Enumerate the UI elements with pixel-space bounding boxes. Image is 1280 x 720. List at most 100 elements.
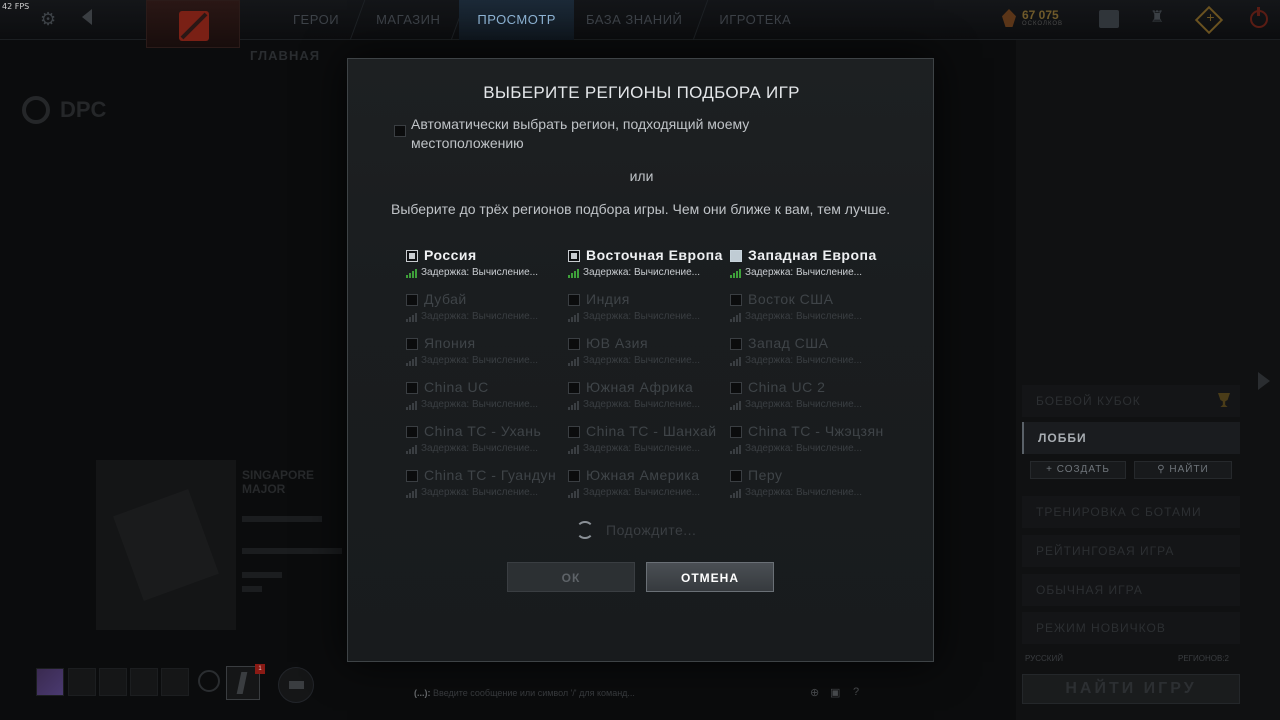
region-name: China TC - Гуандун [424, 467, 557, 483]
party-icon[interactable] [278, 667, 314, 703]
party-slot[interactable] [99, 668, 127, 696]
or-separator: или [629, 168, 654, 184]
event-title: SINGAPORE MAJOR [242, 468, 315, 496]
region-checkbox[interactable] [568, 250, 580, 262]
battle-cup-label: БОЕВОЙ КУБОК [1036, 394, 1141, 408]
region-name: Дубай [424, 291, 467, 307]
shards-balance[interactable]: 67 075 ОСКОЛКОВ [1002, 9, 1063, 27]
region-checkbox[interactable] [406, 250, 418, 262]
region-latency-text: Задержка: Вычисление... [745, 443, 863, 454]
ok-button[interactable]: ОК [507, 562, 635, 592]
region-option[interactable]: China TC - Ухань Задержка: Вычисление... [406, 423, 566, 463]
auto-region-checkbox[interactable] [394, 125, 406, 137]
region-latency: Задержка: Вычисление... [730, 399, 862, 410]
region-option[interactable]: ЮВ Азия Задержка: Вычисление... [568, 335, 728, 375]
region-option[interactable]: Перу Задержка: Вычисление... [730, 467, 890, 507]
region-name: Япония [424, 335, 476, 351]
dota-plus-icon[interactable] [1194, 5, 1224, 35]
create-lobby-button[interactable]: + СОЗДАТЬ [1030, 461, 1126, 479]
region-checkbox[interactable] [730, 470, 742, 482]
region-option[interactable]: Япония Задержка: Вычисление... [406, 335, 566, 375]
nav-tab-store[interactable]: МАГАЗИН [358, 0, 458, 40]
region-name: Россия [424, 247, 477, 263]
gear-icon[interactable]: ⚙ [40, 9, 56, 30]
region-checkbox[interactable] [568, 470, 580, 482]
event-card-image[interactable] [96, 460, 236, 630]
chat-placeholder: Введите сообщение или символ '/' для ком… [433, 688, 635, 698]
chat-input[interactable]: (...): Введите сообщение или символ '/' … [414, 688, 635, 698]
dpc-banner[interactable]: DPC [22, 96, 106, 124]
find-game-button[interactable]: НАЙТИ ИГРУ [1022, 674, 1240, 704]
region-name: China TC - Шанхай [586, 423, 717, 439]
region-checkbox[interactable] [406, 294, 418, 306]
region-name: Запад США [748, 335, 829, 351]
party-slot[interactable] [68, 668, 96, 696]
region-checkbox[interactable] [730, 382, 742, 394]
region-checkbox[interactable] [730, 294, 742, 306]
newbie-mode-item[interactable]: РЕЖИМ НОВИЧКОВ [1022, 612, 1240, 644]
help-icon[interactable]: ? [853, 686, 859, 698]
power-icon[interactable] [1250, 7, 1268, 28]
region-latency-text: Задержка: Вычисление... [745, 355, 863, 366]
region-option[interactable]: China UC Задержка: Вычисление... [406, 379, 566, 419]
region-option[interactable]: China UC 2 Задержка: Вычисление... [730, 379, 890, 419]
region-latency-text: Задержка: Вычисление... [745, 487, 863, 498]
chat-settings-icon[interactable]: ▣ [830, 686, 840, 699]
region-checkbox[interactable] [730, 250, 742, 262]
region-checkbox[interactable] [406, 382, 418, 394]
back-arrow-icon[interactable] [82, 9, 92, 25]
region-option[interactable]: China TC - Гуандун Задержка: Вычисление..… [406, 467, 566, 507]
region-latency-text: Задержка: Вычисление... [583, 311, 701, 322]
region-option[interactable]: Южная Америка Задержка: Вычисление... [568, 467, 728, 507]
region-latency: Задержка: Вычисление... [568, 487, 700, 498]
region-latency: Задержка: Вычисление... [730, 355, 862, 366]
region-option[interactable]: Россия Задержка: Вычисление... [406, 247, 566, 287]
regions-count-label[interactable]: РЕГИОНОВ:2 [1178, 654, 1229, 663]
notification-badge: 1 [255, 664, 265, 674]
region-checkbox[interactable] [730, 426, 742, 438]
ranked-game-item[interactable]: РЕЙТИНГОВАЯ ИГРА [1022, 535, 1240, 567]
party-slot[interactable] [130, 668, 158, 696]
normal-game-item[interactable]: ОБЫЧНАЯ ИГРА [1022, 574, 1240, 606]
armory-icon[interactable]: ♜ [1150, 7, 1170, 26]
region-checkbox[interactable] [568, 426, 580, 438]
dota-logo-button[interactable] [146, 0, 240, 48]
mail-icon[interactable] [1099, 10, 1119, 28]
region-checkbox[interactable] [730, 338, 742, 350]
region-option[interactable]: Восточная Европа Задержка: Вычисление... [568, 247, 728, 287]
nav-tab-watch[interactable]: ПРОСМОТР [459, 0, 574, 40]
shard-icon [1002, 9, 1016, 27]
player-avatar[interactable] [36, 668, 64, 696]
bot-practice-item[interactable]: ТРЕНИРОВКА С БОТАМИ [1022, 496, 1240, 528]
nav-tab-knowledge-base[interactable]: БАЗА ЗНАНИЙ [574, 0, 700, 40]
lobby-item[interactable]: ЛОББИ [1022, 422, 1240, 454]
cancel-button[interactable]: ОТМЕНА [646, 562, 774, 592]
region-option[interactable]: Южная Африка Задержка: Вычисление... [568, 379, 728, 419]
collapse-arrow-icon[interactable] [1258, 372, 1270, 390]
region-checkbox[interactable] [568, 382, 580, 394]
nav-tab-heroes[interactable]: ГЕРОИ [275, 0, 357, 40]
region-latency: Задержка: Вычисление... [568, 355, 700, 366]
language-label[interactable]: РУССКИЙ [1025, 654, 1063, 663]
region-checkbox[interactable] [406, 426, 418, 438]
region-option[interactable]: Запад США Задержка: Вычисление... [730, 335, 890, 375]
region-option[interactable]: China TC - Шанхай Задержка: Вычисление... [568, 423, 728, 463]
region-option[interactable]: Дубай Задержка: Вычисление... [406, 291, 566, 331]
home-subnav[interactable]: ГЛАВНАЯ [250, 48, 320, 63]
region-checkbox[interactable] [406, 470, 418, 482]
region-latency: Задержка: Вычисление... [568, 399, 700, 410]
region-checkbox[interactable] [568, 338, 580, 350]
voice-chat-icon[interactable] [198, 670, 220, 692]
region-option[interactable]: Индия Задержка: Вычисление... [568, 291, 728, 331]
region-checkbox[interactable] [406, 338, 418, 350]
region-option[interactable]: Восток США Задержка: Вычисление... [730, 291, 890, 331]
region-option[interactable]: China TC - Чжэцзян Задержка: Вычисление..… [730, 423, 890, 463]
nav-tab-arcade[interactable]: ИГРОТЕКА [701, 0, 809, 40]
battle-cup-item[interactable]: БОЕВОЙ КУБОК [1022, 385, 1240, 417]
region-option[interactable]: Западная Европа Задержка: Вычисление... [730, 247, 890, 287]
party-slot[interactable] [161, 668, 189, 696]
region-checkbox[interactable] [568, 294, 580, 306]
region-latency: Задержка: Вычисление... [406, 487, 538, 498]
globe-icon[interactable]: ⊕ [810, 686, 819, 699]
find-lobby-button[interactable]: ⚲ НАЙТИ [1134, 461, 1232, 479]
